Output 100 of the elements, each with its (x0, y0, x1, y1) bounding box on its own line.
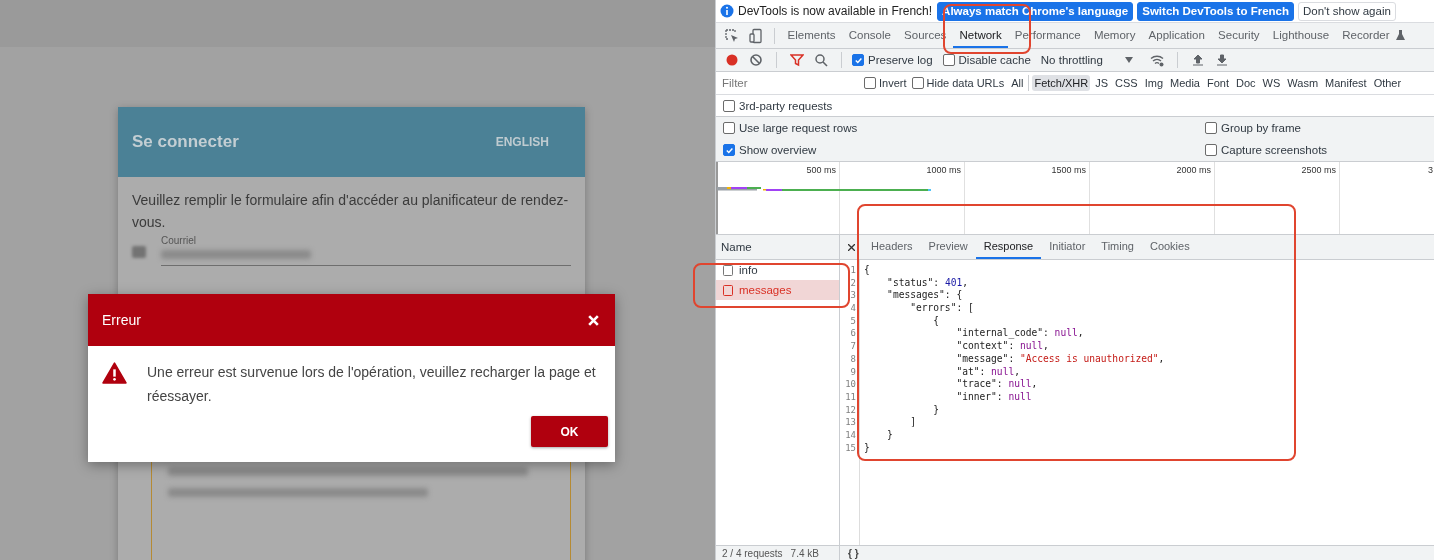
type-filter[interactable]: Manifest (1323, 75, 1369, 91)
time-tick: 3 (1428, 165, 1433, 175)
detail-tab[interactable]: Preview (920, 235, 976, 259)
option-label: Disable cache (958, 54, 1031, 66)
code-line: } (864, 441, 871, 455)
line-number: 12 (845, 403, 856, 417)
type-filter[interactable]: Other (1371, 75, 1404, 91)
type-filter[interactable]: Wasm (1285, 75, 1321, 91)
line-number: 15 (845, 441, 856, 455)
code-line: "errors": [ (909, 302, 975, 315)
inspect-icon[interactable] (724, 27, 740, 44)
detail-tab[interactable]: Initiator (1041, 235, 1094, 259)
dialog-title: Erreur (102, 312, 141, 328)
throttling-select[interactable]: No throttling (1040, 54, 1103, 66)
checkbox[interactable] (864, 77, 876, 89)
option-label: 3rd-party requests (739, 99, 833, 112)
clear-icon[interactable] (749, 53, 763, 67)
checkbox[interactable] (852, 54, 864, 66)
detail-tab[interactable]: Timing (1093, 235, 1142, 259)
panel-tab[interactable]: Elements (781, 23, 843, 48)
checkbox[interactable] (1205, 122, 1217, 134)
option-label: Show overview (739, 144, 817, 156)
code-line: "at": null, (955, 365, 1021, 379)
panel-tab[interactable]: Security (1211, 23, 1267, 48)
checkbox[interactable] (723, 144, 735, 156)
info-button[interactable]: Switch DevTools to French (1137, 1, 1294, 21)
search-icon[interactable] (814, 53, 828, 67)
time-tick: 2500 ms (1301, 165, 1336, 175)
checkbox[interactable] (942, 54, 955, 66)
request-row[interactable]: info (716, 260, 839, 280)
code-line: ] (909, 416, 917, 429)
info-button[interactable]: Don't show again (1298, 1, 1396, 21)
ok-button[interactable]: OK (531, 416, 608, 447)
type-filter[interactable]: Fetch/XHR (1032, 75, 1091, 91)
line-number: 5 (850, 314, 856, 328)
option-label: Group by frame (1221, 122, 1301, 134)
line-number: 2 (850, 276, 856, 290)
device-icon[interactable] (748, 27, 764, 44)
type-filter[interactable]: All (1009, 75, 1026, 91)
card-title: Se connecter (132, 132, 239, 152)
detail-tab[interactable]: Cookies (1141, 235, 1198, 259)
error-message: Une erreur est survenue lors de l'opération, veuillez recharger la page et réessayer. (147, 363, 597, 406)
line-number: 1 (850, 264, 856, 277)
type-filter[interactable]: CSS (1113, 75, 1140, 91)
line-number: 14 (845, 428, 856, 442)
format-button[interactable]: { } (840, 547, 867, 559)
checkbox[interactable] (723, 122, 735, 134)
document-icon (723, 264, 733, 276)
time-tick: 1000 ms (926, 165, 961, 175)
code-line: "internal_code": null, (955, 327, 1085, 341)
warning-icon (102, 362, 127, 384)
time-tick: 1500 ms (1051, 165, 1086, 175)
option-label: Preserve log (868, 54, 933, 66)
checkbox[interactable] (911, 77, 924, 89)
checkbox[interactable] (723, 99, 735, 112)
request-row[interactable]: messages (716, 280, 839, 300)
panel-tab[interactable]: Recorder (1335, 23, 1397, 48)
panel-tab[interactable]: Memory (1087, 23, 1142, 48)
record-icon[interactable] (725, 53, 739, 67)
type-filter[interactable]: JS (1093, 75, 1111, 91)
column-header: Name (721, 241, 752, 253)
detail-tab[interactable]: Response (975, 235, 1042, 259)
panel-tab[interactable]: Console (842, 23, 898, 48)
download-icon[interactable] (1214, 53, 1229, 67)
time-tick: 2000 ms (1176, 165, 1211, 175)
code-line: { (932, 314, 941, 328)
network-conditions-icon[interactable] (1149, 53, 1164, 67)
panel-tab[interactable]: Lighthouse (1266, 23, 1336, 48)
line-number: 4 (850, 302, 856, 315)
code-line: } (886, 428, 894, 442)
code-line: "context": null, (955, 340, 1050, 353)
info-message: DevTools is now available in French! (738, 4, 933, 18)
flask-icon[interactable] (1396, 30, 1406, 41)
request-count: 2 / 4 requests (722, 547, 783, 559)
line-number: 9 (850, 365, 856, 379)
blurred-icon (132, 246, 146, 258)
filter-icon[interactable] (790, 53, 804, 67)
option-label: Invert (879, 77, 907, 89)
type-filter[interactable]: Font (1205, 75, 1231, 91)
code-line: } (932, 403, 941, 417)
panel-tab[interactable]: Application (1142, 23, 1212, 48)
code-line: "messages": { (886, 289, 964, 303)
detail-tab[interactable]: Headers (863, 235, 921, 259)
line-number: 11 (845, 390, 856, 404)
type-filter[interactable]: Img (1142, 75, 1165, 91)
code-line: "message": "Access is unauthorized", (955, 352, 1165, 366)
type-filter[interactable]: Doc (1234, 75, 1258, 91)
info-icon (720, 4, 734, 18)
close-icon[interactable] (587, 313, 600, 327)
upload-icon[interactable] (1190, 53, 1205, 67)
caret-icon[interactable] (1124, 57, 1133, 63)
line-number: 13 (845, 416, 856, 429)
checkbox[interactable] (1205, 144, 1217, 156)
transfer-size: 7.4 kB (790, 547, 819, 559)
document-icon (723, 284, 733, 296)
line-number: 6 (850, 327, 856, 341)
type-filter[interactable]: Media (1168, 75, 1202, 91)
intro-text: Veuillez remplir le formulaire afin d'accéder au planificateur de rendez-vous. (132, 191, 570, 232)
type-filter[interactable]: WS (1260, 75, 1283, 91)
line-number: 8 (850, 352, 856, 366)
